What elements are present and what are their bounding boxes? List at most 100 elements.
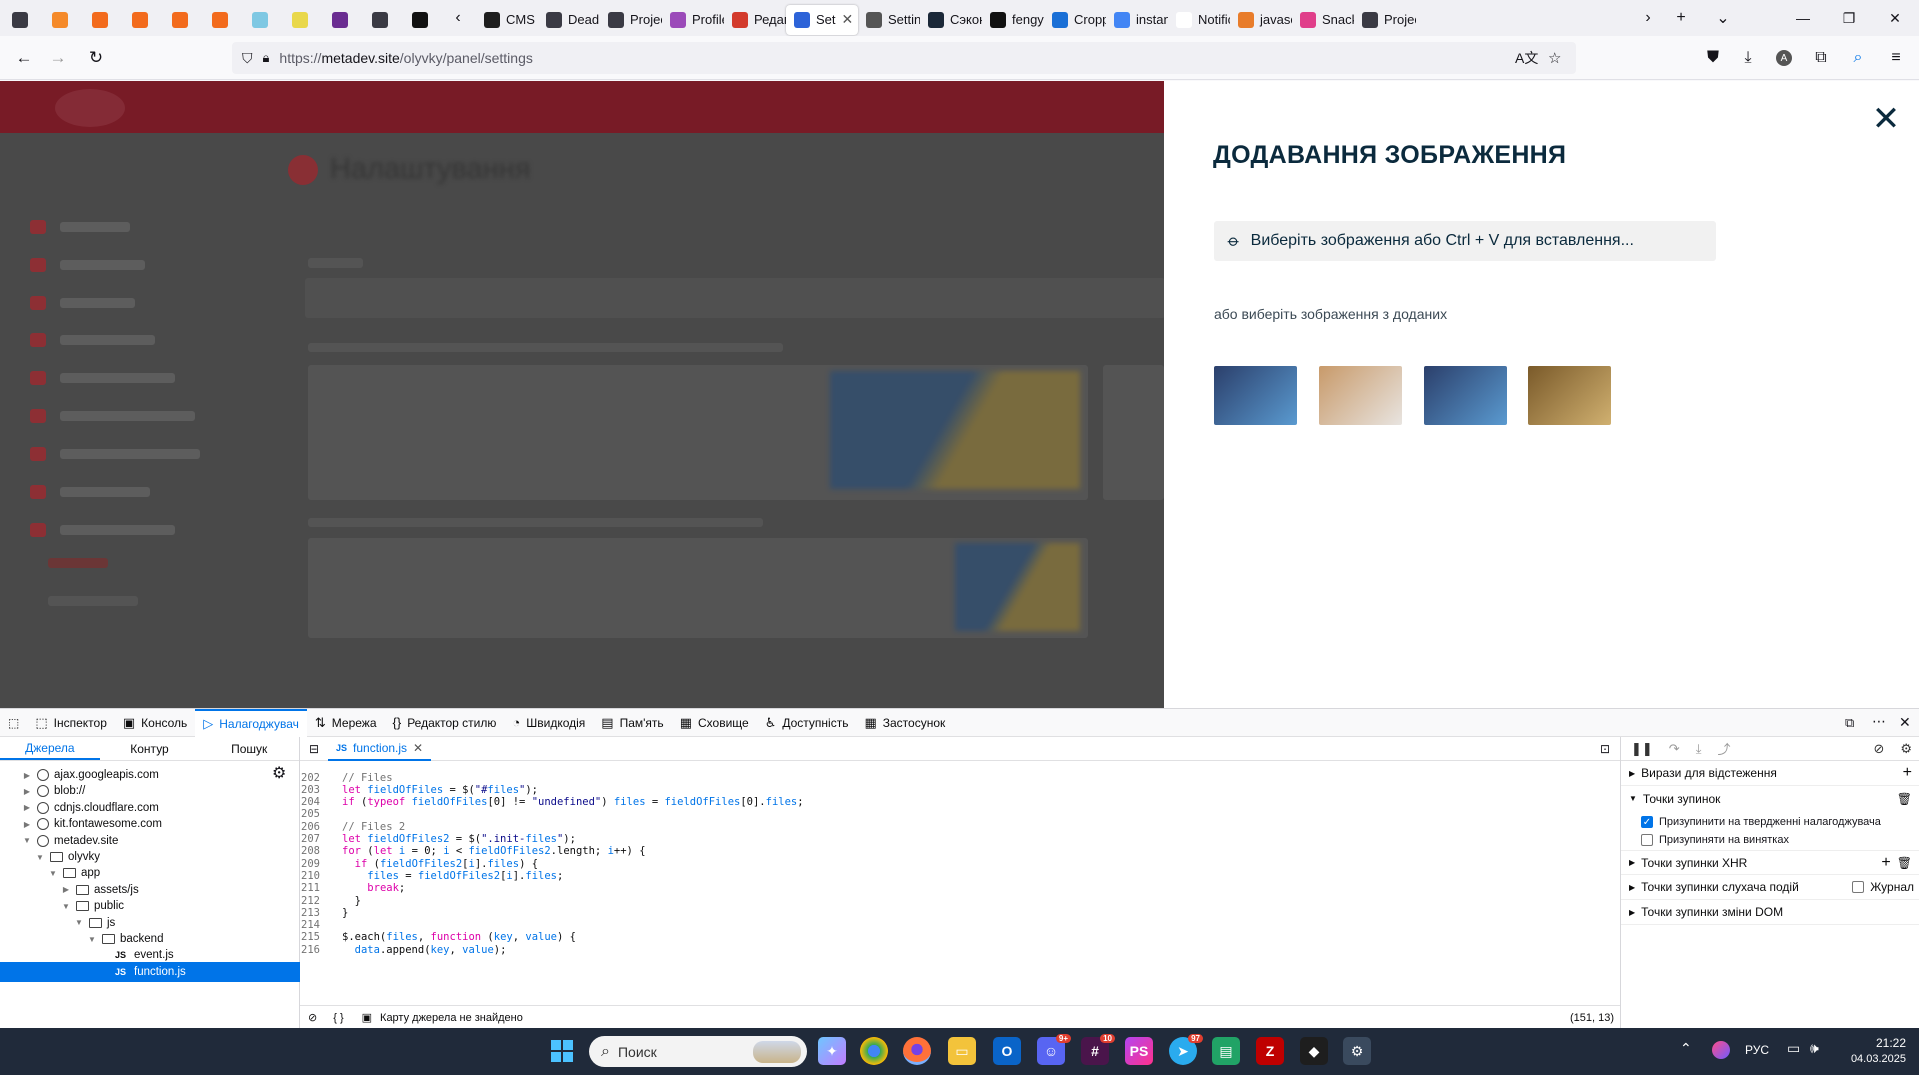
- network-icon[interactable]: ▭: [1787, 1040, 1800, 1057]
- log-checkbox[interactable]: [1852, 881, 1865, 893]
- pause-on-debugger-statement[interactable]: ✓ Призупинити на твердженні налагоджувач…: [1641, 813, 1881, 831]
- extensions-icon[interactable]: ⧉: [1805, 42, 1837, 74]
- chevron-right-icon[interactable]: ▶: [22, 820, 32, 829]
- pause-on-exceptions[interactable]: Призупиняти на винятках: [1641, 831, 1789, 849]
- upload-image-button[interactable]: ⌀ Виберіть зображення або Ctrl + V для в…: [1214, 221, 1716, 261]
- step-out-icon[interactable]: ⤴: [1717, 739, 1730, 758]
- remove-xhr-icon[interactable]: 🗑︎: [1897, 856, 1912, 870]
- slack-icon[interactable]: #10: [1081, 1034, 1115, 1065]
- breakpoints-section[interactable]: ▼ Точки зупинок 🗑︎: [1621, 786, 1919, 811]
- browser-tab[interactable]: [0, 5, 40, 35]
- account-icon[interactable]: A: [1768, 42, 1800, 74]
- chevron-right-icon[interactable]: ▶: [61, 885, 71, 894]
- browser-tab[interactable]: instan: [1106, 5, 1168, 35]
- menu-icon[interactable]: ≡: [1880, 42, 1912, 74]
- browser-tab[interactable]: [400, 5, 440, 35]
- browser-tab[interactable]: Projec: [1354, 5, 1416, 35]
- devtools-more-icon[interactable]: ⋯: [1872, 713, 1886, 730]
- phpstorm-icon[interactable]: PS: [1125, 1037, 1153, 1065]
- chevron-down-icon[interactable]: ▼: [87, 935, 97, 944]
- browser-tab[interactable]: Projec: [600, 5, 662, 35]
- element-picker-icon[interactable]: ⬚: [0, 709, 27, 737]
- close-tab-icon[interactable]: ✕: [413, 741, 423, 755]
- devtools-tab[interactable]: ⇅ Мережа: [307, 709, 385, 737]
- toggle-right-pane-icon[interactable]: ⊡: [1600, 742, 1610, 756]
- chevron-down-icon[interactable]: ▼: [22, 836, 32, 845]
- xhr-breakpoints-section[interactable]: ▶ Точки зупинки XHR + 🗑︎: [1621, 850, 1919, 875]
- figma-taskbar-icon[interactable]: ◆: [1300, 1037, 1328, 1065]
- close-window-button[interactable]: ✕: [1872, 0, 1918, 36]
- browser-tab[interactable]: [160, 5, 200, 35]
- devtools-tab[interactable]: ▦ Застосунок: [856, 709, 953, 737]
- sheets-icon[interactable]: ▤: [1212, 1037, 1240, 1065]
- dock-toggle-icon[interactable]: ⧉: [1845, 715, 1854, 731]
- debugger-settings-gear-icon[interactable]: ⚙: [1900, 741, 1912, 757]
- chevron-right-icon[interactable]: ▶: [22, 803, 32, 812]
- chevron-down-icon[interactable]: ▼: [48, 869, 58, 878]
- browser-tab[interactable]: Settin: [858, 5, 920, 35]
- pause-icon[interactable]: ❚❚: [1631, 741, 1653, 757]
- browser-tab[interactable]: Notificatic: [1168, 5, 1230, 35]
- browser-tab[interactable]: Deadl: [538, 5, 600, 35]
- lock-icon[interactable]: 🔒︎: [263, 50, 270, 66]
- browser-tab[interactable]: [200, 5, 240, 35]
- forward-button[interactable]: →: [40, 42, 76, 74]
- devtools-tab[interactable]: ▤ Пам'ять: [593, 709, 671, 737]
- line-number[interactable]: 216: [300, 944, 328, 956]
- taskbar-search[interactable]: ⌕ Поиск: [589, 1036, 807, 1067]
- image-thumbnail[interactable]: [1319, 366, 1402, 425]
- browser-tab[interactable]: [80, 5, 120, 35]
- source-tree-item[interactable]: JS function.js: [0, 961, 300, 982]
- browser-tab[interactable]: [240, 5, 280, 35]
- image-thumbnail[interactable]: [1424, 366, 1507, 425]
- telegram-icon[interactable]: ➤ 97: [1169, 1034, 1203, 1065]
- browser-tab[interactable]: Сэкон: [920, 5, 982, 35]
- browser-tab[interactable]: [280, 5, 320, 35]
- tab-list-dropdown-icon[interactable]: ⌄: [1705, 0, 1741, 36]
- browser-tab[interactable]: Set ✕: [786, 4, 858, 35]
- browser-tab[interactable]: [120, 5, 160, 35]
- address-bar[interactable]: ⛉ 🔒︎ https://metadev.site/olyvky/panel/s…: [232, 42, 1576, 74]
- devtools-tab[interactable]: ▦ Сховище: [672, 709, 757, 737]
- chevron-down-icon[interactable]: ▼: [74, 918, 84, 927]
- step-in-icon[interactable]: ⤓: [1696, 741, 1702, 757]
- blackbox-icon[interactable]: ⊘: [308, 1011, 317, 1024]
- volume-icon[interactable]: 🕪︎: [1810, 1040, 1819, 1057]
- devtools-tab[interactable]: {} Редактор стилю: [385, 709, 505, 737]
- editor-tab-function-js[interactable]: JS function.js ✕: [328, 737, 432, 761]
- filezilla-icon[interactable]: Z: [1256, 1037, 1284, 1065]
- show-hidden-icons-icon[interactable]: ⌃: [1680, 1040, 1692, 1057]
- image-thumbnail[interactable]: [1528, 366, 1611, 425]
- tab-scroll-left-icon[interactable]: ‹: [440, 0, 476, 36]
- devtools-tab[interactable]: ▣ Консоль: [115, 709, 195, 737]
- devtools-tab[interactable]: ◔ Швидкодія: [504, 709, 593, 737]
- browser-tab[interactable]: Snack: [1292, 5, 1354, 35]
- windows-start-icon[interactable]: [548, 1037, 576, 1065]
- dom-breakpoints-section[interactable]: ▶ Точки зупинки зміни DOM: [1621, 900, 1919, 925]
- close-tab-icon[interactable]: ✕: [842, 11, 854, 28]
- browser-tab[interactable]: [320, 5, 360, 35]
- add-watch-icon[interactable]: +: [1903, 764, 1912, 782]
- browser-tab[interactable]: javasc: [1230, 5, 1292, 35]
- devtools-tab[interactable]: ▷ Налагоджувач: [195, 708, 307, 737]
- chrome-icon[interactable]: [860, 1037, 888, 1065]
- browser-tab[interactable]: [40, 5, 80, 35]
- chevron-down-icon[interactable]: ▼: [35, 853, 45, 862]
- image-thumbnail[interactable]: [1214, 366, 1297, 425]
- disable-breakpoints-icon[interactable]: ⊘: [1873, 741, 1884, 757]
- bookmark-star-icon[interactable]: ☆: [1548, 49, 1561, 67]
- restore-window-button[interactable]: ❐: [1826, 0, 1872, 36]
- downloads-icon[interactable]: ⤓: [1732, 42, 1764, 74]
- pretty-print-icon[interactable]: { }: [333, 1012, 343, 1024]
- pause-debugger-checkbox[interactable]: ✓: [1641, 816, 1653, 828]
- remove-breakpoints-icon[interactable]: 🗑︎: [1897, 792, 1912, 806]
- input-language[interactable]: РУС: [1745, 1043, 1769, 1057]
- watch-expressions-section[interactable]: ▶ Вирази для відстеження +: [1621, 761, 1919, 786]
- tab-sources[interactable]: Джерела: [0, 737, 100, 760]
- back-button[interactable]: ←: [6, 42, 42, 74]
- modal-backdrop[interactable]: [0, 81, 1164, 708]
- chevron-down-icon[interactable]: ▼: [61, 902, 71, 911]
- tab-outline[interactable]: Контур: [100, 737, 200, 760]
- firefox-icon[interactable]: [903, 1037, 931, 1065]
- reload-button[interactable]: ↻: [78, 42, 114, 74]
